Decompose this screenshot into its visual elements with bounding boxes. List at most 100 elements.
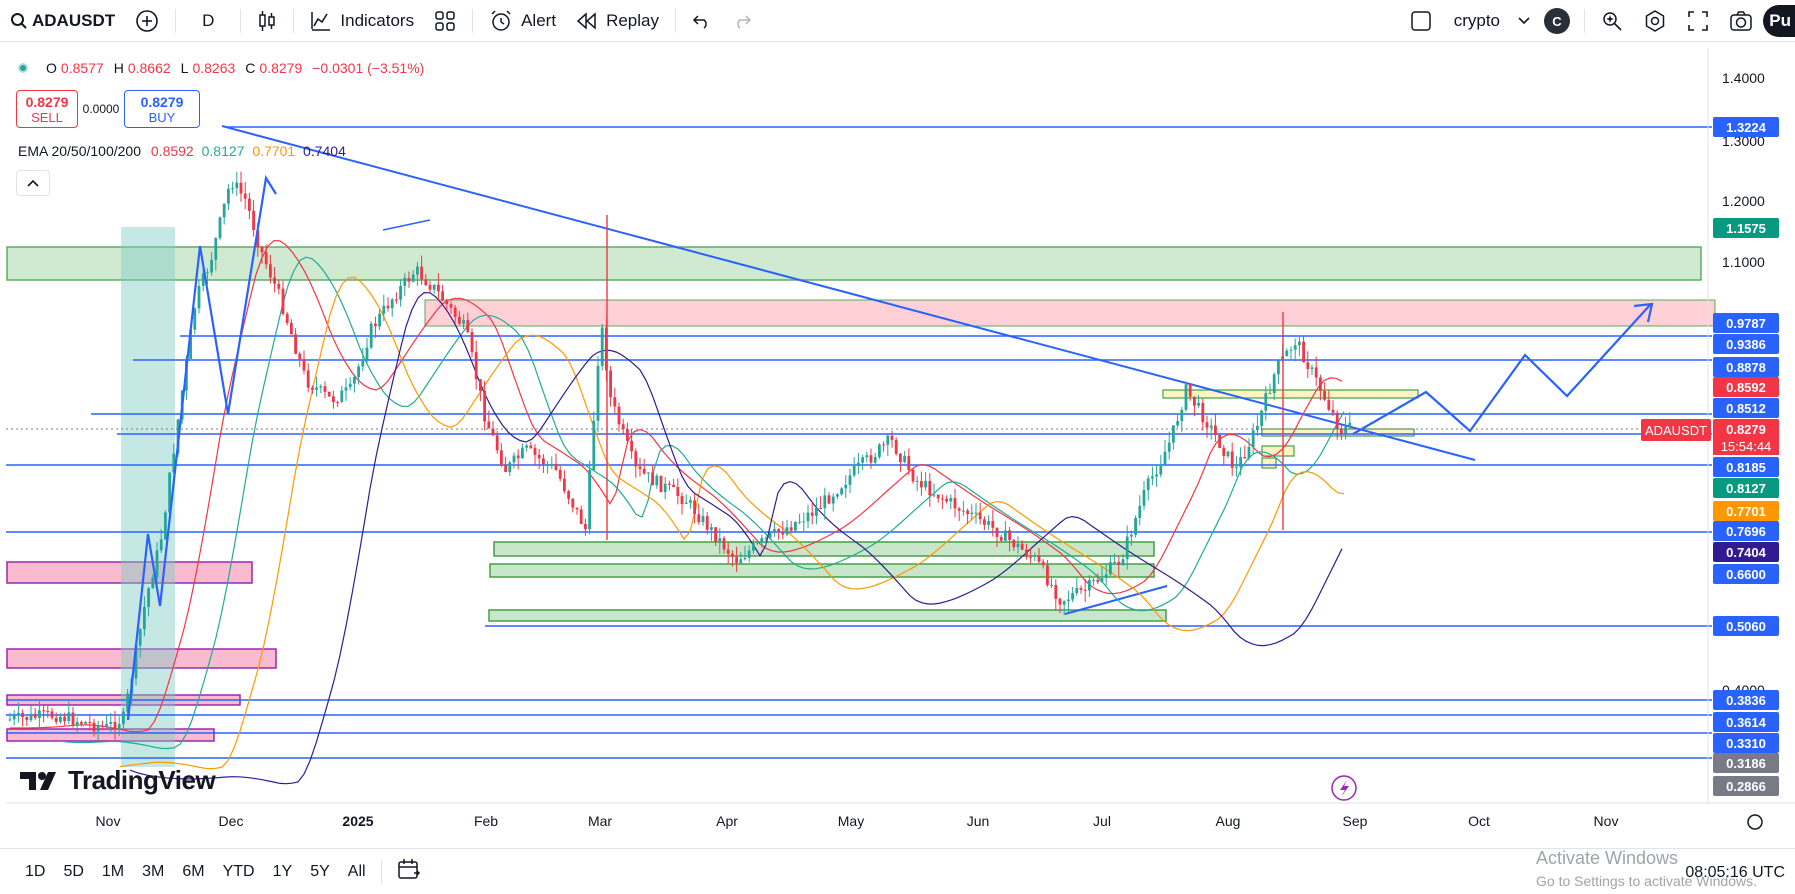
candle-body	[218, 217, 222, 239]
candle-body	[101, 725, 104, 727]
candle-body	[437, 284, 440, 292]
candle-body	[1121, 559, 1125, 566]
buy-price: 0.8279	[140, 93, 184, 110]
price-label: 0.8878	[1713, 357, 1779, 377]
candle-body	[504, 465, 507, 473]
time-label: Mar	[587, 813, 613, 829]
utc-clock[interactable]: 08:05:16 UTC	[1685, 864, 1785, 882]
candle-body	[659, 475, 663, 493]
price-label: 0.8279	[1713, 419, 1779, 439]
candle-body	[903, 456, 906, 462]
range-button[interactable]: 1Y	[264, 863, 302, 881]
candle-body	[974, 512, 978, 514]
goto-date-button[interactable]	[388, 857, 430, 886]
candle-body	[458, 316, 461, 324]
candle-body	[596, 365, 600, 421]
candle-body	[999, 536, 1003, 541]
chart-background	[6, 48, 1708, 803]
range-button[interactable]: 6M	[173, 863, 213, 881]
price-label: 0.8512	[1713, 398, 1779, 418]
candle-body	[1218, 434, 1221, 448]
candle-body	[1344, 426, 1347, 434]
candle-body	[1247, 446, 1251, 458]
price-label: 0.7701	[1713, 501, 1779, 521]
candle-body	[1319, 377, 1322, 392]
candle-body	[684, 502, 688, 505]
sell-price: 0.8279	[25, 93, 69, 110]
candle-body	[84, 722, 87, 724]
candle-body	[147, 588, 150, 607]
sell-button[interactable]: 0.8279 SELL	[16, 90, 78, 128]
buy-button[interactable]: 0.8279 BUY	[124, 90, 200, 128]
candle-body	[151, 577, 155, 589]
spread-value: 0.0000	[82, 102, 120, 116]
price-label: 1.3224	[1713, 117, 1779, 137]
range-button[interactable]: 1M	[93, 863, 133, 881]
candle-body	[399, 285, 402, 300]
candle-body	[277, 283, 281, 289]
candle-body	[957, 508, 961, 511]
candle-body	[756, 541, 759, 544]
zone-red-mid	[424, 299, 1716, 327]
time-label: Jun	[966, 813, 990, 829]
time-label: Nov	[95, 813, 121, 829]
ema-legend[interactable]: EMA 20/50/100/200 0.8592 0.8127 0.7701 0…	[18, 143, 346, 159]
open-label: O	[46, 60, 57, 76]
range-button[interactable]: 5D	[54, 863, 92, 881]
candle-body	[1142, 489, 1146, 506]
candle-body	[676, 486, 680, 497]
candle-body	[613, 397, 617, 407]
price-label: 1.1575	[1713, 218, 1779, 238]
candle-body	[1092, 579, 1095, 581]
candle-body	[743, 557, 747, 560]
range-buttons: 1D 5D 1M 3M 6M YTD 1Y 5Y All	[0, 863, 375, 881]
candle-body	[1054, 584, 1058, 599]
candle-body	[852, 465, 856, 476]
range-button[interactable]: YTD	[214, 863, 264, 881]
collapse-legend-button[interactable]	[16, 170, 50, 196]
candle-body	[1306, 362, 1310, 369]
candle-body	[546, 464, 549, 466]
candle-body	[722, 538, 726, 550]
candle-body	[466, 320, 470, 333]
candle-body	[285, 313, 289, 323]
candle-body	[920, 481, 923, 488]
ema50-value: 0.8127	[201, 143, 245, 159]
zone-green-right-1	[1162, 389, 1419, 399]
range-button[interactable]: 3M	[133, 863, 173, 881]
range-button[interactable]: 1D	[16, 863, 54, 881]
candle-body	[1180, 409, 1184, 422]
candle-body	[29, 713, 33, 721]
range-button[interactable]: 5Y	[301, 863, 339, 881]
candle-body	[533, 447, 537, 455]
axis-settings-icon[interactable]	[1747, 814, 1763, 830]
candle-body	[155, 550, 159, 578]
tv-logo-icon	[20, 771, 56, 790]
rally-highlight	[121, 227, 175, 767]
candle-body	[231, 188, 234, 190]
candle-body	[1239, 457, 1242, 467]
candle-body	[1298, 341, 1301, 346]
candle-body	[1256, 425, 1259, 431]
candle-body	[529, 445, 533, 448]
candle-body	[970, 512, 974, 515]
range-button[interactable]: All	[339, 863, 375, 881]
candle-body	[117, 724, 121, 730]
candle-body	[542, 458, 545, 465]
candle-body	[248, 198, 251, 211]
tradingview-logo[interactable]: TradingView	[20, 765, 216, 796]
bottom-toolbar: 1D 5D 1M 3M 6M YTD 1Y 5Y All	[0, 848, 1795, 894]
candle-body	[714, 527, 717, 543]
time-label: May	[837, 813, 865, 829]
candle-body	[995, 527, 999, 537]
candle-body	[600, 327, 604, 366]
candle-body	[840, 488, 843, 495]
candle-body	[1323, 391, 1326, 400]
candle-body	[1335, 412, 1339, 429]
candle-body	[12, 715, 16, 720]
candle-body	[550, 463, 554, 465]
candle-body	[777, 529, 780, 533]
candle-body	[479, 379, 482, 392]
candle-body	[294, 334, 297, 354]
price-chart[interactable]	[0, 0, 1795, 848]
